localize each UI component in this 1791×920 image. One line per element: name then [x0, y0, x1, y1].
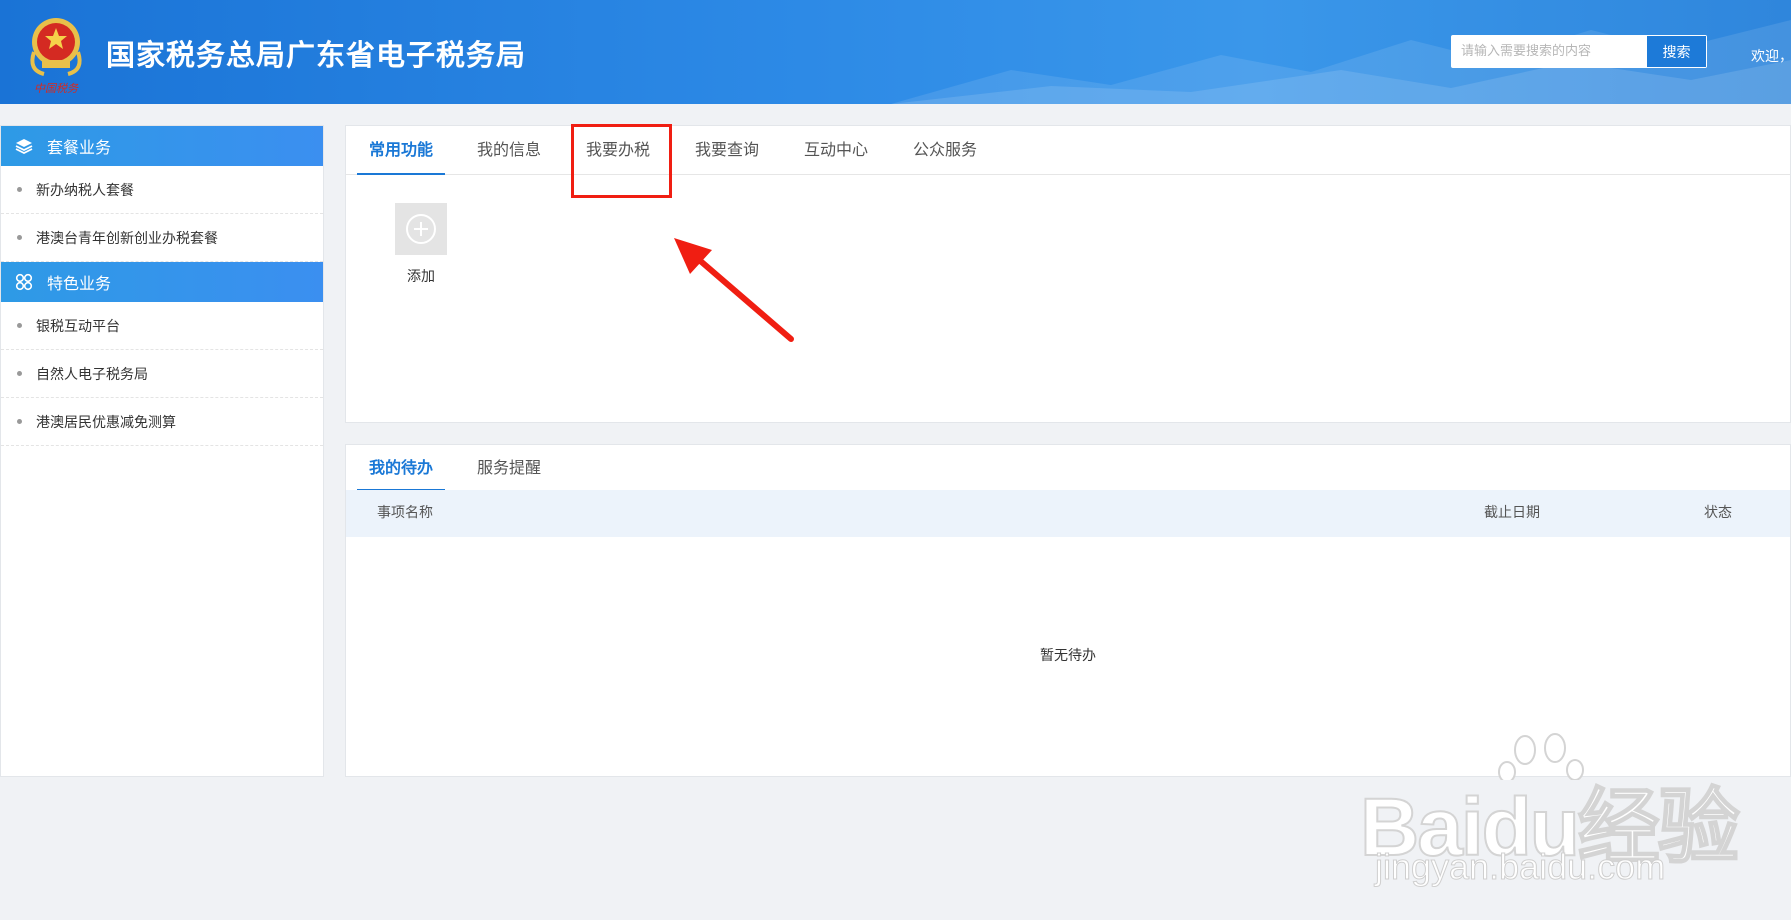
baidu-watermark: Baidu经验 jingyan.baidu.com [1359, 720, 1741, 890]
emblem-caption: 中国税务 [34, 82, 79, 95]
add-function-label: 添加 [407, 269, 435, 285]
tab-public-service[interactable]: 公众服务 [913, 126, 977, 174]
sidebar-section-title: 套餐业务 [47, 138, 112, 157]
tab-service-reminder[interactable]: 服务提醒 [477, 445, 541, 490]
site-title: 国家税务总局广东省电子税务局 [106, 38, 527, 72]
search-input[interactable] [1451, 35, 1646, 68]
bullet-icon [17, 419, 22, 424]
sidebar-item-natural-person[interactable]: 自然人电子税务局 [1, 350, 323, 398]
bullet-icon [17, 187, 22, 192]
annotation-highlight-box [571, 124, 672, 198]
sidebar: 套餐业务 新办纳税人套餐 港澳台青年创新创业办税套餐 特色业务 银税互动平台 自… [0, 125, 324, 777]
plus-circle-icon [406, 214, 436, 244]
search-button[interactable]: 搜索 [1647, 36, 1706, 67]
column-item-name: 事项名称 [377, 505, 433, 521]
sidebar-item-bank-tax[interactable]: 银税互动平台 [1, 302, 323, 350]
sidebar-section-package[interactable]: 套餐业务 [1, 126, 323, 166]
todo-table-header: 事项名称 截止日期 状态 [346, 490, 1790, 537]
sidebar-item-label: 银税互动平台 [36, 318, 120, 335]
function-tabs: 常用功能 我的信息 我要办税 我要查询 互动中心 公众服务 [346, 126, 1790, 175]
sidebar-section-title: 特色业务 [47, 274, 112, 293]
todo-empty-message: 暂无待办 [1040, 648, 1096, 664]
sidebar-item-hk-macau-youth[interactable]: 港澳台青年创新创业办税套餐 [1, 214, 323, 262]
tab-common-functions[interactable]: 常用功能 [356, 126, 446, 175]
sidebar-section-featured[interactable]: 特色业务 [1, 262, 323, 302]
layers-icon [15, 139, 33, 155]
tab-my-info[interactable]: 我的信息 [477, 126, 541, 174]
welcome-text: 欢迎， [1751, 49, 1791, 65]
add-function-button[interactable] [395, 203, 447, 255]
grid-icon [15, 273, 33, 291]
tax-emblem-icon: 中国税务 [30, 18, 82, 95]
sidebar-item-label: 港澳台青年创新创业办税套餐 [36, 230, 218, 247]
annotation-arrow-icon [674, 238, 794, 342]
search-box: 搜索 [1451, 35, 1707, 68]
bullet-icon [17, 371, 22, 376]
bullet-icon [17, 323, 22, 328]
column-status: 状态 [1704, 505, 1732, 521]
column-deadline: 截止日期 [1484, 505, 1540, 521]
bullet-icon [17, 235, 22, 240]
sidebar-item-new-taxpayer[interactable]: 新办纳税人套餐 [1, 166, 323, 214]
functions-panel: 常用功能 我的信息 我要办税 我要查询 互动中心 公众服务 添加 [345, 125, 1791, 423]
sidebar-item-hk-macau-residents[interactable]: 港澳居民优惠减免测算 [1, 398, 323, 446]
tab-interaction-center[interactable]: 互动中心 [804, 126, 868, 174]
watermark-url: jingyan.baidu.com [1374, 846, 1666, 888]
sidebar-item-label: 自然人电子税务局 [36, 366, 148, 383]
page-header: 中国税务 国家税务总局广东省电子税务局 搜索 欢迎， [0, 0, 1791, 104]
tab-query[interactable]: 我要查询 [695, 126, 759, 174]
sidebar-item-label: 港澳居民优惠减免测算 [36, 414, 176, 431]
sidebar-item-label: 新办纳税人套餐 [36, 182, 134, 199]
tab-my-todo[interactable]: 我的待办 [356, 445, 446, 491]
